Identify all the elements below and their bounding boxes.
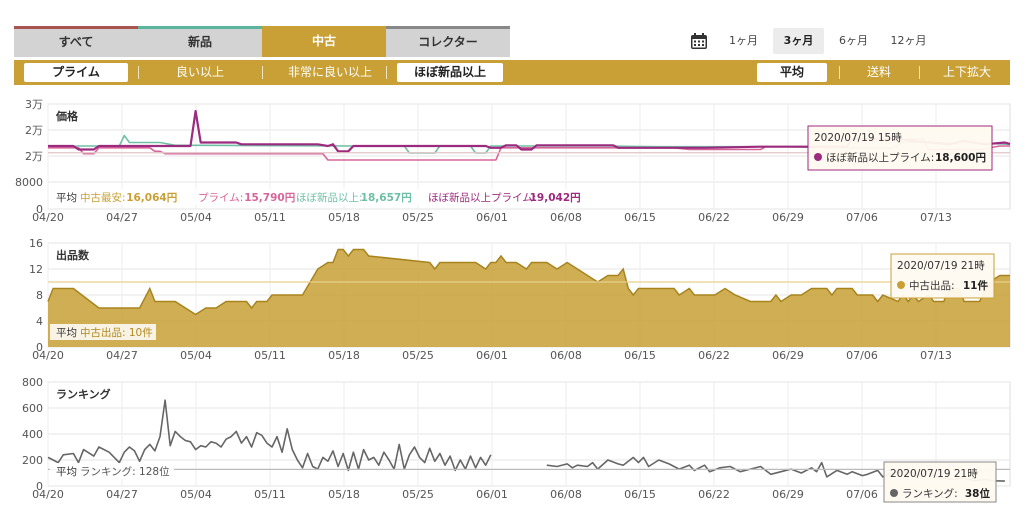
x-tick-label: 04/20: [32, 211, 64, 224]
x-tick-label: 06/22: [698, 488, 730, 501]
x-tick-label: 06/15: [624, 488, 656, 501]
average-item-value: 15,790円: [244, 192, 295, 204]
average-item-label: プライム:: [198, 192, 243, 204]
x-tick-label: 06/01: [476, 349, 508, 362]
x-tick-label: 05/25: [402, 211, 434, 224]
y-tick-label: 16: [29, 237, 43, 250]
tooltip-date: 2020/07/19 21時: [890, 468, 978, 480]
average-label: 平均: [56, 192, 77, 204]
x-tick-label: 05/11: [254, 211, 286, 224]
charts-svg: 3万2万2万8000004/20 04/27 05/04 05/11 05/18 05/2…: [15, 98, 1011, 503]
y-tick-label: 12: [29, 263, 43, 276]
x-tick-label: 06/15: [624, 349, 656, 362]
average-item-value: 19,042円: [530, 192, 581, 204]
y-tick-label: 4: [36, 315, 43, 328]
x-tick-label: 06/22: [698, 349, 730, 362]
x-tick-label: 06/29: [772, 349, 804, 362]
x-tick-label: 06/08: [550, 349, 582, 362]
x-tick-label: 05/18: [328, 488, 360, 501]
average-label: 平均: [56, 327, 77, 339]
x-tick-label: 05/25: [402, 349, 434, 362]
x-tick-label: 04/20: [32, 488, 64, 501]
x-tick-label: 07/06: [846, 488, 878, 501]
panel-title: 価格: [55, 109, 79, 123]
average-item-value: 18,657円: [361, 192, 412, 204]
keepa-chart-widget: すべて 新品 中古 コレクター 1ヶ月 3ヶ月 6ヶ月 12ヶ月 プライム 良い…: [0, 0, 1024, 519]
tooltip-value: 11件: [963, 279, 989, 292]
tooltip-series-dot: [897, 281, 905, 289]
x-tick-label: 04/20: [32, 349, 64, 362]
tooltip-date: 2020/07/19 15時: [814, 132, 902, 144]
average-item-label: ほぼ新品以上プライム:: [428, 191, 536, 204]
tooltip-label: 中古出品:: [909, 279, 955, 292]
y-tick-label: 400: [22, 428, 43, 441]
y-tick-label: 600: [22, 402, 43, 415]
y-tick-label: 800: [22, 376, 43, 389]
x-tick-label: 05/04: [180, 211, 212, 224]
x-tick-label: 07/06: [846, 211, 878, 224]
y-tick-label: 2万: [25, 150, 43, 163]
y-tick-label: 200: [22, 454, 43, 467]
x-tick-label: 05/11: [254, 349, 286, 362]
x-tick-label: 06/08: [550, 211, 582, 224]
average-item-value: 16,064円: [126, 192, 177, 204]
x-tick-label: 05/04: [180, 488, 212, 501]
x-tick-label: 06/08: [550, 488, 582, 501]
tooltip-series-dot: [890, 489, 898, 497]
x-tick-label: 05/04: [180, 349, 212, 362]
x-tick-label: 06/15: [624, 211, 656, 224]
tooltip-date: 2020/07/19 21時: [897, 260, 985, 272]
y-tick-label: 8: [36, 289, 43, 302]
y-tick-label: 2万: [25, 124, 43, 137]
average-item-label: 中古最安:: [80, 191, 126, 204]
y-tick-label: 8000: [15, 176, 43, 189]
x-tick-label: 06/01: [476, 488, 508, 501]
x-tick-label: 05/18: [328, 211, 360, 224]
tooltip-label: ほぼ新品以上プライム:: [826, 151, 934, 164]
x-tick-label: 06/29: [772, 488, 804, 501]
tooltip-label: ランキング:: [902, 487, 958, 500]
average-value: ランキング: 128位: [80, 465, 170, 478]
x-tick-label: 06/29: [772, 211, 804, 224]
x-tick-label: 07/13: [920, 349, 952, 362]
tooltip-value: 38位: [965, 487, 991, 500]
tooltip-series-dot: [814, 153, 822, 161]
x-tick-label: 05/18: [328, 349, 360, 362]
average-label: 平均: [56, 466, 77, 478]
average-value: 中古出品: 10件: [80, 326, 153, 339]
x-tick-label: 04/27: [106, 349, 138, 362]
x-tick-label: 05/25: [402, 488, 434, 501]
x-tick-label: 04/27: [106, 488, 138, 501]
x-tick-label: 07/06: [846, 349, 878, 362]
average-item-label: ほぼ新品以上:: [296, 191, 363, 204]
panel-title: ランキング: [56, 387, 111, 401]
y-tick-label: 3万: [25, 98, 43, 111]
x-tick-label: 07/13: [920, 211, 952, 224]
x-tick-label: 04/27: [106, 211, 138, 224]
panel-title: 出品数: [56, 248, 90, 262]
x-tick-label: 06/22: [698, 211, 730, 224]
x-tick-label: 05/11: [254, 488, 286, 501]
tooltip-value: 18,600円: [935, 152, 986, 164]
x-tick-label: 06/01: [476, 211, 508, 224]
